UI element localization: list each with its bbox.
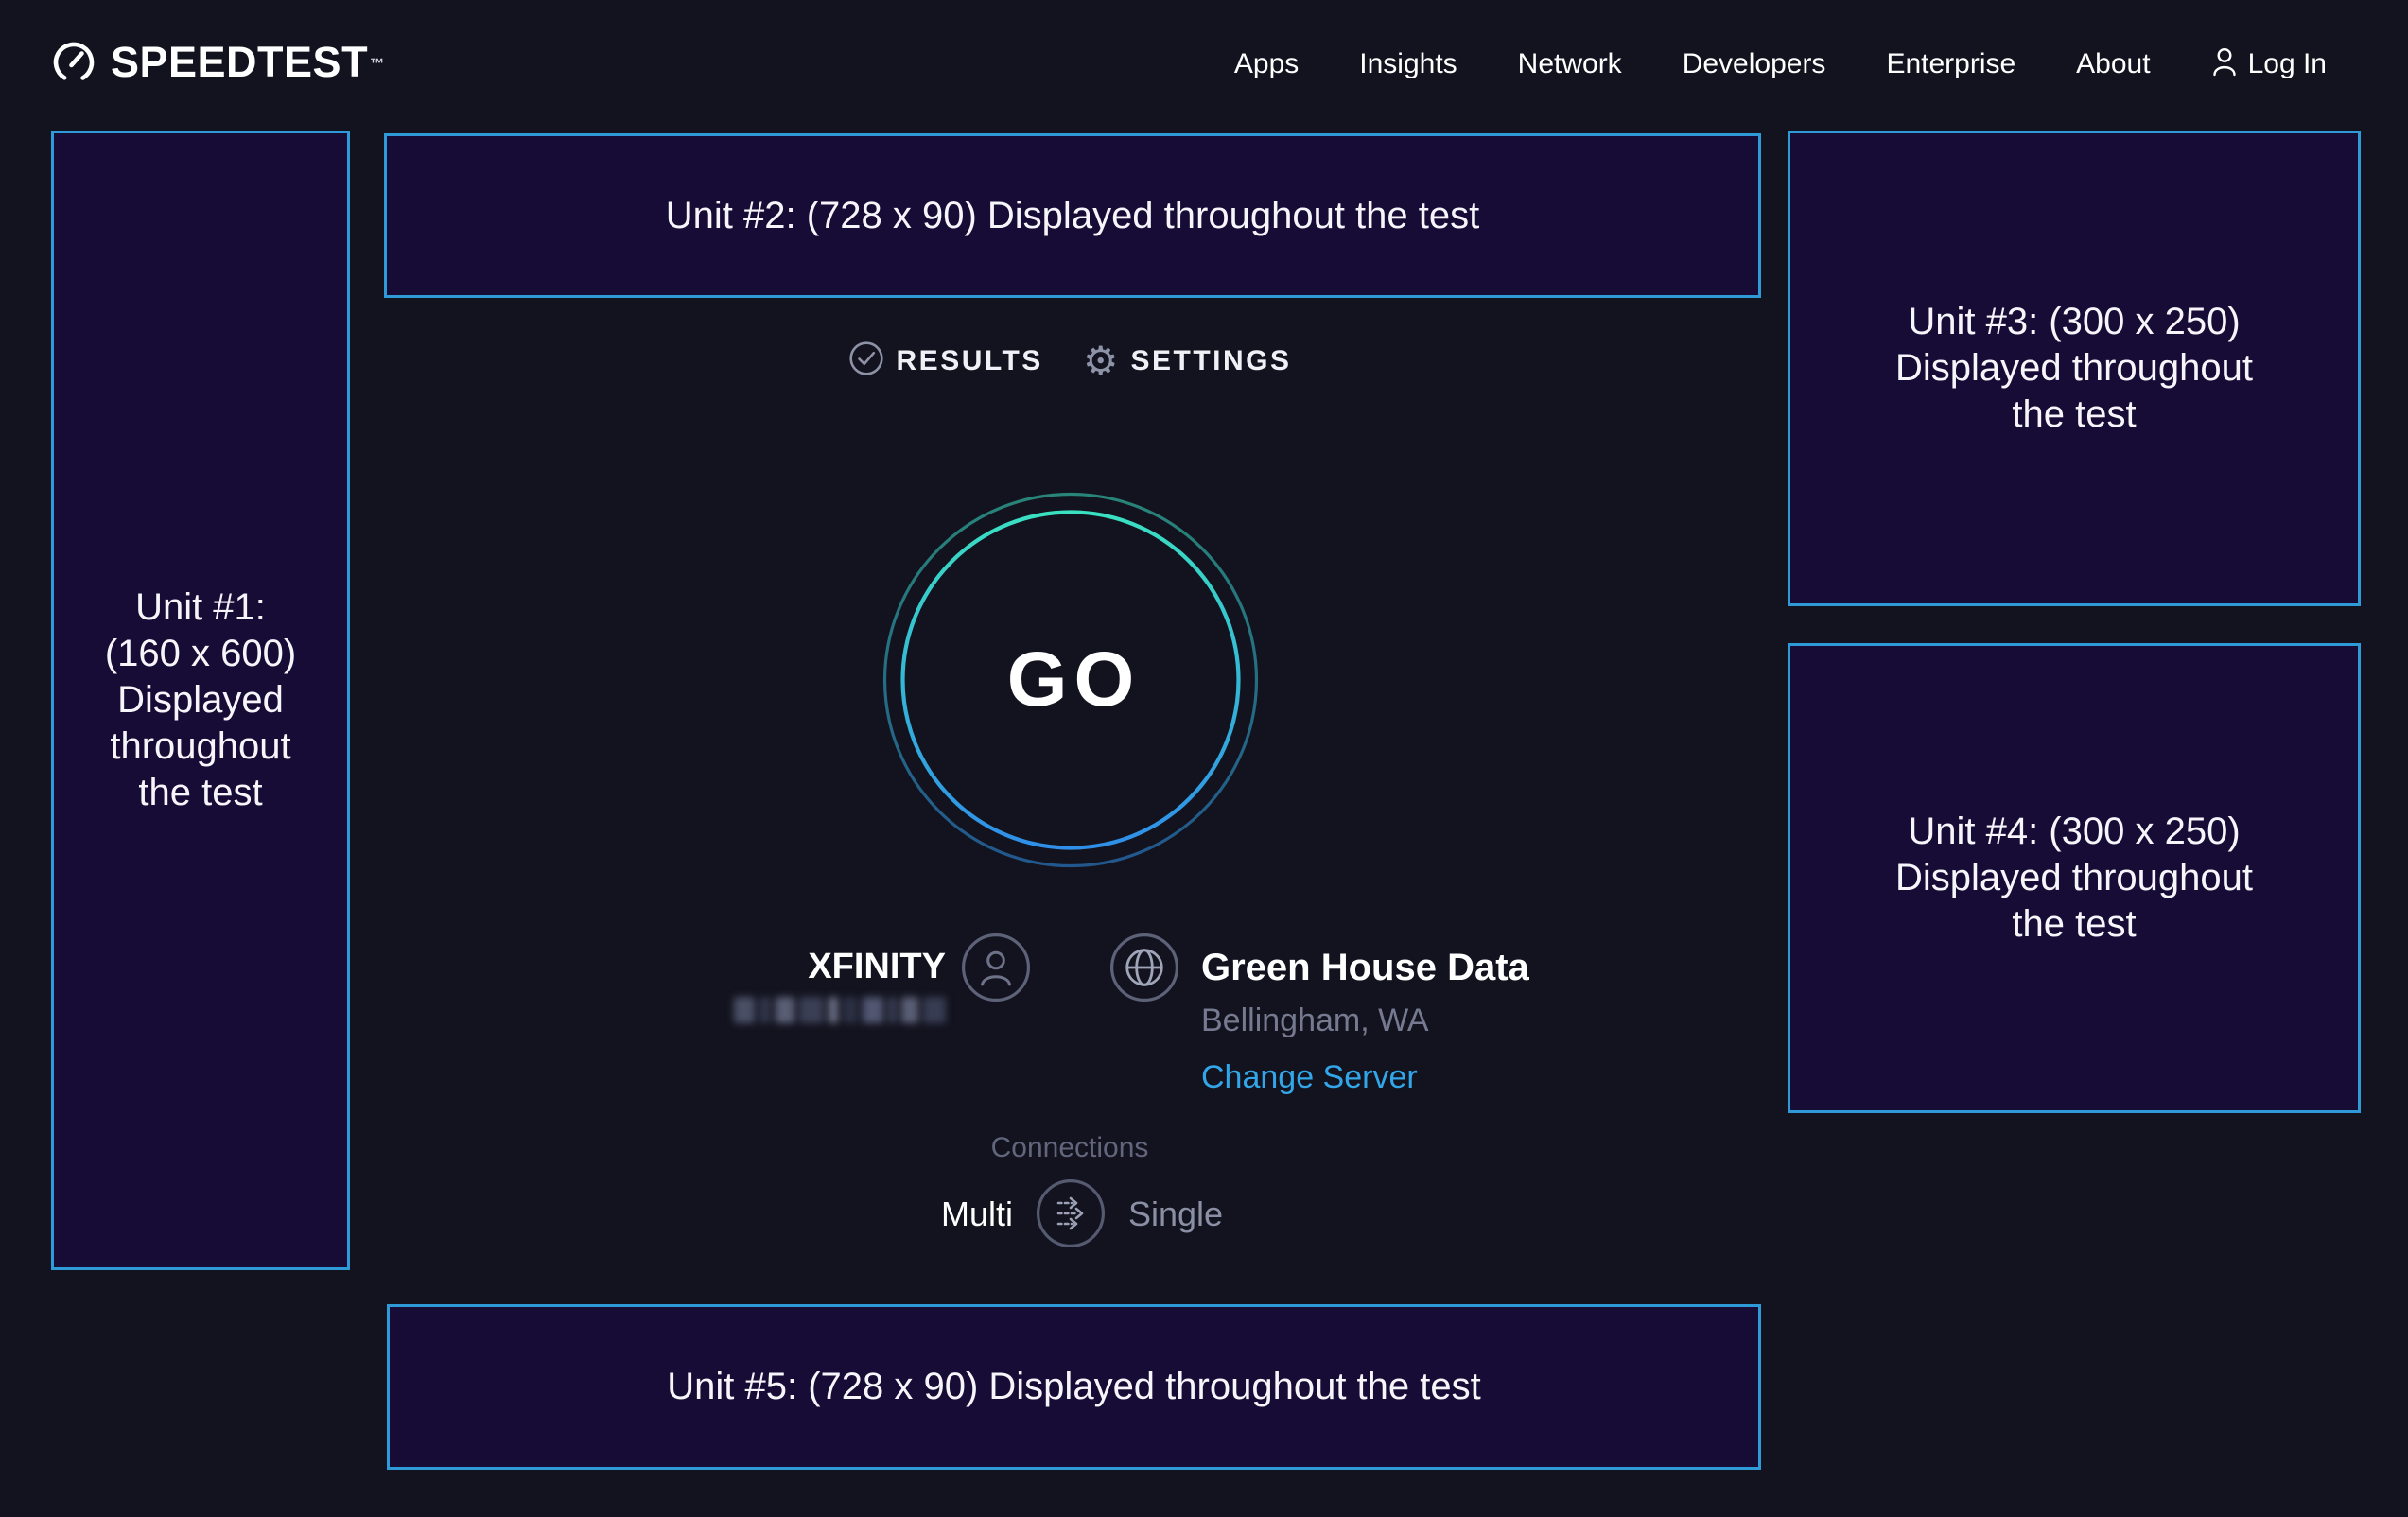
trademark-mark: ™: [370, 56, 385, 72]
ad-unit-1[interactable]: Unit #1: (160 x 600) Displayed throughou…: [51, 131, 350, 1270]
person-icon: [2211, 46, 2238, 83]
login-button[interactable]: Log In: [2211, 45, 2327, 83]
speedtest-logo[interactable]: SPEEDTEST™: [51, 38, 385, 90]
ad-unit-4-text: Unit #4: (300 x 250) Displayed throughou…: [1876, 809, 2273, 948]
check-circle-icon: [848, 340, 884, 381]
server-info: Green House Data Bellingham, WA Change S…: [1201, 946, 1529, 1095]
ad-unit-3-text: Unit #3: (300 x 250) Displayed throughou…: [1876, 299, 2273, 438]
ad-unit-5[interactable]: Unit #5: (728 x 90) Displayed throughout…: [387, 1304, 1761, 1470]
nav-item-apps[interactable]: Apps: [1234, 45, 1299, 83]
brand-wordmark: SPEEDTEST™: [111, 38, 385, 87]
speedtest-page: SPEEDTEST™ Apps Insights Network Develop…: [0, 0, 2408, 1517]
tab-settings-label: SETTINGS: [1130, 345, 1291, 377]
main-nav: Apps Insights Network Developers Enterpr…: [1234, 45, 2327, 83]
nav-item-developers[interactable]: Developers: [1683, 45, 1826, 83]
ad-unit-4[interactable]: Unit #4: (300 x 250) Displayed throughou…: [1788, 643, 2361, 1113]
gauge-icon: [51, 40, 96, 90]
ad-unit-5-text: Unit #5: (728 x 90) Displayed throughout…: [667, 1364, 1481, 1410]
change-server-link[interactable]: Change Server: [1201, 1059, 1418, 1095]
nav-item-enterprise[interactable]: Enterprise: [1886, 45, 2015, 83]
isp-info: XFINITY: [734, 946, 946, 1023]
ad-unit-2[interactable]: Unit #2: (728 x 90) Displayed throughout…: [384, 133, 1761, 298]
tab-results-label: RESULTS: [897, 345, 1043, 377]
gear-icon: ⚙: [1083, 341, 1119, 381]
nav-item-insights[interactable]: Insights: [1359, 45, 1457, 83]
login-label: Log In: [2248, 45, 2327, 83]
isp-name: XFINITY: [808, 946, 946, 987]
nav-item-about[interactable]: About: [2076, 45, 2150, 83]
globe-circle-icon: [1108, 932, 1180, 1003]
dashed-arrows-circle-icon[interactable]: [1035, 1177, 1107, 1249]
server-name: Green House Data: [1201, 946, 1529, 989]
go-button-label: GO: [872, 481, 1269, 879]
go-button[interactable]: GO: [872, 481, 1269, 879]
isp-detail-redacted: [734, 997, 946, 1023]
ad-unit-2-text: Unit #2: (728 x 90) Displayed throughout…: [666, 193, 1480, 239]
connections-single-option[interactable]: Single: [1128, 1194, 1223, 1235]
ad-unit-3[interactable]: Unit #3: (300 x 250) Displayed throughou…: [1788, 131, 2361, 606]
tab-settings[interactable]: ⚙ SETTINGS: [1083, 340, 1292, 381]
person-circle-icon: [960, 932, 1032, 1003]
ad-unit-1-text: Unit #1: (160 x 600) Displayed throughou…: [87, 584, 314, 816]
connections-title: Connections: [350, 1131, 1789, 1165]
server-location: Bellingham, WA: [1201, 1003, 1429, 1038]
nav-item-network[interactable]: Network: [1518, 45, 1622, 83]
connections-multi-option[interactable]: Multi: [941, 1194, 1013, 1235]
result-settings-tabs: RESULTS ⚙ SETTINGS: [350, 340, 1789, 381]
tab-results[interactable]: RESULTS: [848, 340, 1043, 381]
